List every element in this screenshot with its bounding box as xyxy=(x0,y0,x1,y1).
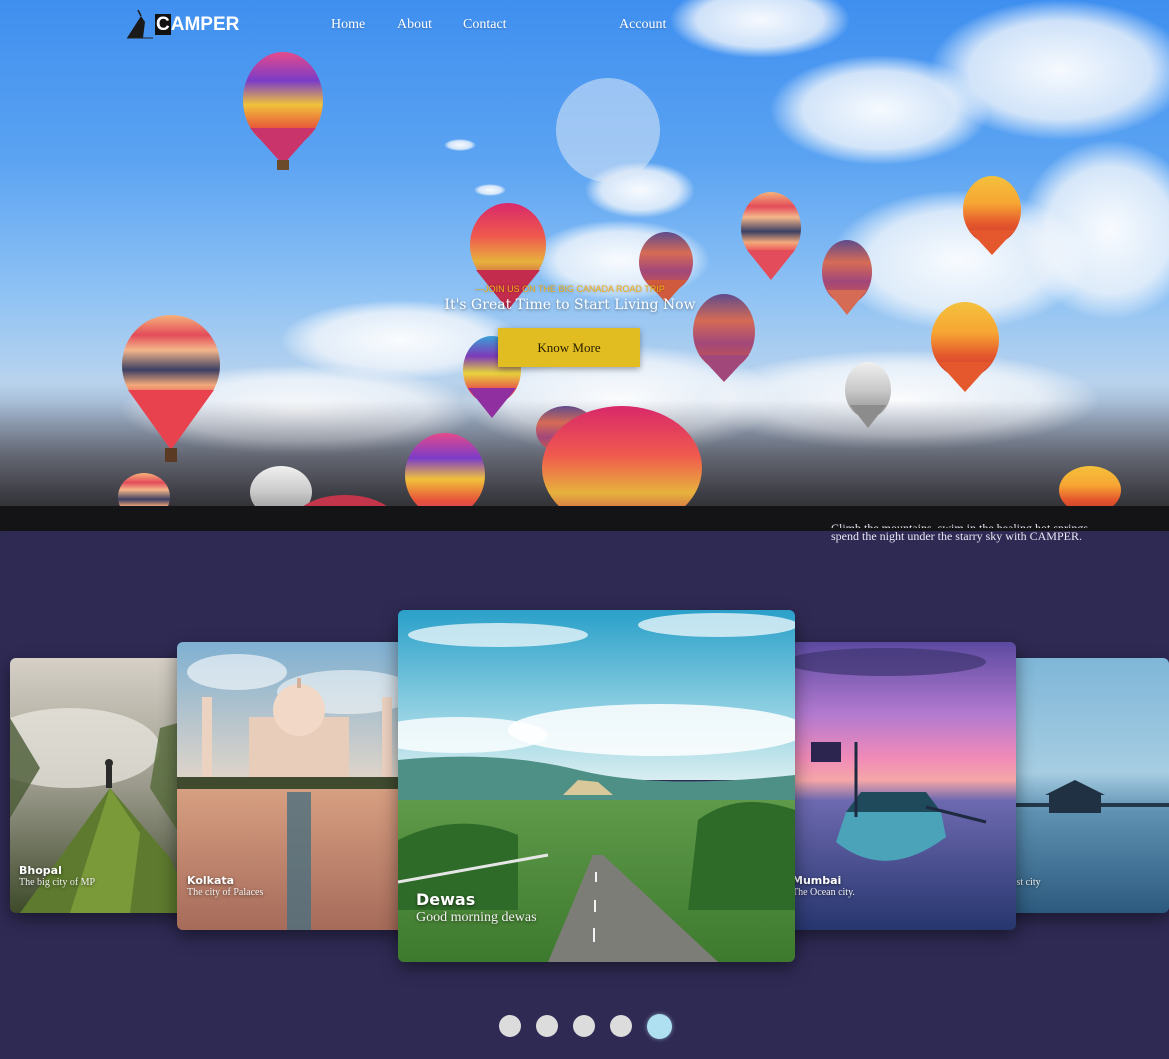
slide-subtitle: The city of Palaces xyxy=(187,887,264,898)
slide-card-mumbai[interactable]: Mumbai The Ocean city. xyxy=(776,642,1016,930)
hero-title: It's Great Time to Start Living Now xyxy=(444,297,696,313)
section-description: Climb the mountains, swim in the healing… xyxy=(831,521,1131,544)
carousel-dot-active[interactable] xyxy=(647,1014,672,1039)
slide-subtitle: The Ocean city. xyxy=(792,887,855,898)
slide-title: Bhopal xyxy=(19,864,62,877)
nav-link-account[interactable]: Account xyxy=(619,17,666,33)
tent-logo-icon xyxy=(127,10,153,39)
section-description-cut: Climb the mountains, swim in the healing… xyxy=(831,521,1088,528)
know-more-button[interactable]: Know More xyxy=(498,328,640,367)
slide-title: Kolkata xyxy=(187,874,235,887)
slide-title: Mumbai xyxy=(792,874,842,887)
nav-link-contact[interactable]: Contact xyxy=(463,17,507,33)
hero-kicker: —JOIN US ON THE BIG CANADA ROAD TRIP xyxy=(475,284,665,294)
slide-subtitle: The big city of MP xyxy=(19,877,96,888)
slide-card-bhopal[interactable]: Bhopal The big city of MP xyxy=(10,658,195,913)
nav-link-about[interactable]: About xyxy=(397,17,432,33)
carousel-dot[interactable] xyxy=(610,1015,632,1037)
hero-background-image xyxy=(0,0,1169,531)
carousel-dot[interactable] xyxy=(536,1015,558,1037)
carousel-pagination xyxy=(499,1014,672,1039)
carousel-dot[interactable] xyxy=(499,1015,521,1037)
slide-title: Dewas xyxy=(416,890,476,909)
slide-card-kolkata[interactable]: Kolkata The city of Palaces xyxy=(177,642,418,930)
moon-shape xyxy=(556,78,660,182)
section-description-line: spend the night under the starry sky wit… xyxy=(831,529,1082,543)
brand-logo[interactable]: CAMPER xyxy=(125,10,239,40)
slide-subtitle: Good morning dewas xyxy=(416,910,537,925)
nav-link-home[interactable]: Home xyxy=(331,17,365,33)
slide-card-dewas[interactable]: Dewas Good morning dewas xyxy=(398,610,795,962)
hero-banner: CAMPER Home About Contact Account —JOIN … xyxy=(0,0,1169,531)
carousel-dot[interactable] xyxy=(573,1015,595,1037)
brand-name: CAMPER xyxy=(155,14,240,35)
